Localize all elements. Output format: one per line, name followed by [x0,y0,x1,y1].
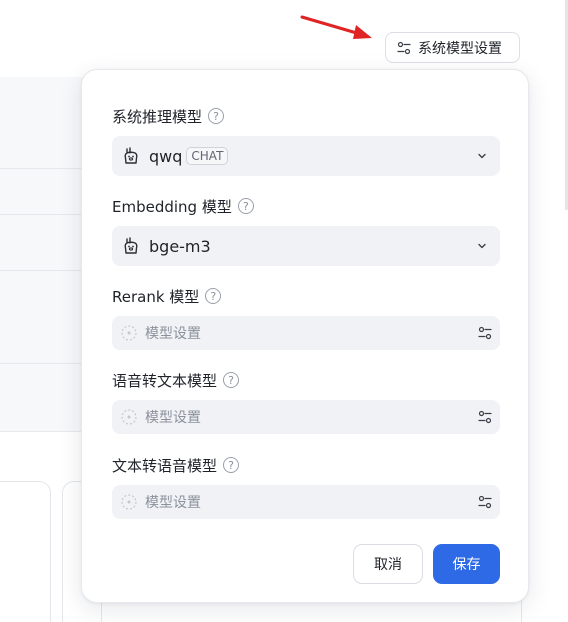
model-placeholder-icon [121,494,137,510]
field-label-text: 系统推理模型 [112,107,203,126]
model-placeholder-icon [121,409,137,425]
selected-model-name: qwq [149,146,183,166]
model-placeholder-text: 模型设置 [145,495,201,511]
tune-icon[interactable] [478,410,492,424]
rerank-model-select[interactable]: 模型设置 [112,316,500,350]
help-icon[interactable]: ? [205,288,222,304]
system-model-settings-button[interactable]: 系统模型设置 [385,32,520,63]
selected-model-name: bge-m3 [149,236,211,256]
llama-icon [124,147,138,164]
rerank-model-label: Rerank 模型 ? [112,286,222,306]
arrow-annotation-icon [300,15,372,39]
save-button[interactable]: 保存 [433,544,500,584]
chevron-down-icon [478,153,486,159]
help-icon[interactable]: ? [223,457,240,473]
field-label-text: 语音转文本模型 [112,371,218,390]
model-placeholder-text: 模型设置 [145,326,201,342]
embedding-model-label: Embedding 模型 ? [112,196,254,216]
tune-icon [397,41,411,54]
tune-icon[interactable] [478,495,492,509]
text-to-speech-model-label: 文本转语音模型 ? [112,455,240,475]
chevron-down-icon [478,243,486,249]
embedding-model-select[interactable]: bge-m3 [112,226,500,266]
model-placeholder-icon [121,325,137,341]
field-label-text: Rerank 模型 [112,287,200,306]
speech-to-text-model-label: 语音转文本模型 ? [112,370,240,390]
model-type-badge: CHAT [186,147,229,165]
cancel-button[interactable]: 取消 [353,544,423,584]
help-icon[interactable]: ? [237,198,254,214]
help-icon[interactable]: ? [223,372,240,388]
speech-to-text-model-select[interactable]: 模型设置 [112,400,500,434]
background-card [0,481,51,622]
help-icon[interactable]: ? [208,108,225,124]
field-label-text: Embedding 模型 [112,197,232,216]
reasoning-model-select[interactable]: qwq CHAT [112,136,500,176]
tune-icon[interactable] [478,326,492,340]
text-to-speech-model-select[interactable]: 模型设置 [112,485,500,519]
model-placeholder-text: 模型设置 [145,410,201,426]
settings-button-label: 系统模型设置 [418,40,502,57]
llama-icon [124,237,138,254]
system-model-settings-popover: 系统推理模型 ? qwq CHAT Embedding 模型 ? bge-m3 [81,69,529,603]
field-label-text: 文本转语音模型 [112,456,218,475]
reasoning-model-label: 系统推理模型 ? [112,106,225,126]
